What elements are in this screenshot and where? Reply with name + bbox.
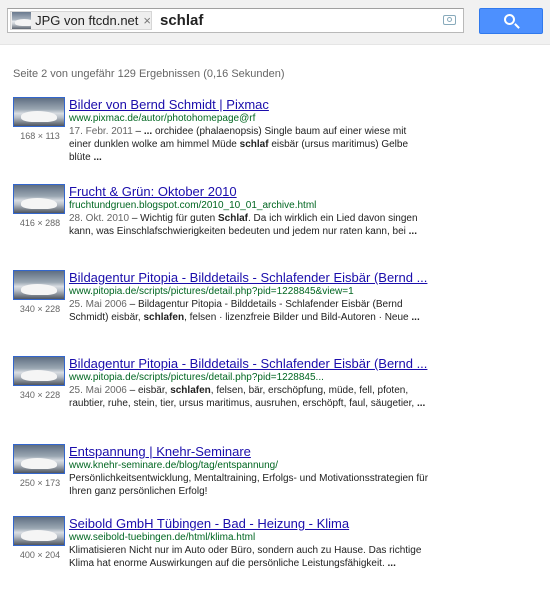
search-button[interactable] bbox=[479, 8, 543, 34]
image-dimensions: 340 × 228 bbox=[19, 304, 61, 314]
result-url: www.pixmac.de/autor/photohomepage@rf bbox=[69, 113, 256, 124]
snippet-highlight: schlafen bbox=[143, 312, 185, 323]
result-snippet: 17. Febr. 2011 – ... orchidee (phalaenop… bbox=[69, 125, 429, 164]
snippet-highlight: ... bbox=[387, 558, 396, 569]
snippet-highlight: schlafen bbox=[170, 385, 211, 396]
image-query-chip[interactable]: JPG von ftcdn.net × bbox=[10, 11, 152, 30]
query-image-thumbnail bbox=[12, 12, 32, 29]
snippet-highlight: Schlaf bbox=[217, 213, 248, 224]
search-icon bbox=[504, 14, 515, 25]
search-header: JPG von ftcdn.net × schlaf bbox=[0, 0, 550, 45]
result-stats: Seite 2 von ungefähr 129 Ergebnissen (0,… bbox=[13, 68, 285, 80]
result-thumbnail[interactable] bbox=[13, 184, 65, 214]
result-date: 25. Mai 2006 bbox=[69, 385, 127, 396]
snippet-text: – eisbär, bbox=[126, 385, 171, 396]
result-title-link[interactable]: Bildagentur Pitopia - Bilddetails - Schl… bbox=[69, 270, 429, 285]
snippet-text: Klimatisieren Nicht nur im Auto oder Bür… bbox=[69, 545, 422, 569]
result-snippet: 28. Okt. 2010 – Wichtig für guten Schlaf… bbox=[69, 212, 429, 238]
result-snippet: 25. Mai 2006 – eisbär, schlafen, felsen,… bbox=[69, 384, 429, 410]
snippet-text: Persönlichkeitsentwicklung, Mentaltraini… bbox=[69, 473, 429, 497]
result-thumbnail-wrap: 416 × 288 bbox=[13, 184, 67, 228]
snippet-highlight: ... bbox=[143, 126, 153, 137]
result-thumbnail-wrap: 400 × 204 bbox=[13, 516, 67, 560]
result-url: fruchtundgruen.blogspot.com/2010_10_01_a… bbox=[69, 200, 317, 211]
image-dimensions: 168 × 113 bbox=[20, 131, 60, 141]
result-url: www.pitopia.de/scripts/pictures/detail.p… bbox=[69, 286, 354, 297]
result-snippet: Persönlichkeitsentwicklung, Mentaltraini… bbox=[69, 472, 429, 498]
result-thumbnail[interactable] bbox=[13, 270, 65, 300]
result-snippet: 25. Mai 2006 – Bildagentur Pitopia - Bil… bbox=[69, 298, 429, 324]
result-url: www.knehr-seminare.de/blog/tag/entspannu… bbox=[69, 460, 279, 471]
snippet-text: – bbox=[132, 126, 144, 137]
snippet-highlight: schlaf bbox=[239, 139, 269, 150]
result-title-link[interactable]: Entspannung | Knehr-Seminare bbox=[69, 444, 429, 459]
snippet-highlight: ... bbox=[408, 226, 417, 237]
snippet-text: , felsen · lizenzfreie Bilder und Bild-A… bbox=[184, 312, 412, 323]
result-thumbnail[interactable] bbox=[13, 356, 65, 386]
result-title-link[interactable]: Bildagentur Pitopia - Bilddetails - Schl… bbox=[69, 356, 429, 371]
snippet-text: – Wichtig für guten bbox=[129, 213, 218, 224]
image-dimensions: 400 × 204 bbox=[19, 550, 61, 560]
result-thumbnail-wrap: 168 × 113 bbox=[13, 97, 67, 141]
chip-label: JPG von ftcdn.net bbox=[35, 13, 139, 28]
result-text: Bilder von Bernd Schmidt | Pixmac www.pix… bbox=[69, 97, 429, 164]
result-date: 28. Okt. 2010 bbox=[69, 213, 130, 224]
result-text: Bildagentur Pitopia - Bilddetails - Schl… bbox=[69, 270, 429, 324]
search-input[interactable]: schlaf bbox=[160, 11, 203, 31]
result-url: www.pitopia.de/scripts/pictures/detail.p… bbox=[69, 372, 324, 383]
result-date: 25. Mai 2006 bbox=[69, 299, 127, 310]
snippet-highlight: ... bbox=[93, 152, 102, 163]
result-text: Seibold GmbH Tübingen - Bad - Heizung - … bbox=[69, 516, 429, 570]
result-text: Entspannung | Knehr-Seminare www.knehr-se… bbox=[69, 444, 429, 498]
image-dimensions: 250 × 173 bbox=[19, 478, 61, 488]
camera-icon[interactable] bbox=[443, 15, 456, 25]
result-thumbnail-wrap: 340 × 228 bbox=[13, 270, 67, 314]
close-icon[interactable]: × bbox=[143, 13, 151, 28]
result-text: Bildagentur Pitopia - Bilddetails - Schl… bbox=[69, 356, 429, 410]
image-dimensions: 340 × 228 bbox=[19, 390, 61, 400]
result-date: 17. Febr. 2011 bbox=[69, 126, 133, 137]
image-dimensions: 416 × 288 bbox=[19, 218, 61, 228]
search-box[interactable]: JPG von ftcdn.net × schlaf bbox=[7, 8, 464, 33]
result-title-link[interactable]: Seibold GmbH Tübingen - Bad - Heizung - … bbox=[69, 516, 429, 531]
result-title-link[interactable]: Frucht & Grün: Oktober 2010 bbox=[69, 184, 429, 199]
result-url: www.seibold-tuebingen.de/html/klima.html bbox=[69, 532, 256, 543]
result-thumbnail[interactable] bbox=[13, 444, 65, 474]
snippet-highlight: ... bbox=[416, 398, 426, 409]
result-thumbnail-wrap: 250 × 173 bbox=[13, 444, 67, 488]
snippet-highlight: ... bbox=[411, 312, 420, 323]
result-thumbnail[interactable] bbox=[13, 516, 65, 546]
result-thumbnail[interactable] bbox=[13, 97, 65, 127]
result-text: Frucht & Grün: Oktober 2010 fruchtundgrue… bbox=[69, 184, 429, 238]
result-thumbnail-wrap: 340 × 228 bbox=[13, 356, 67, 400]
result-title-link[interactable]: Bilder von Bernd Schmidt | Pixmac bbox=[69, 97, 429, 112]
result-snippet: Klimatisieren Nicht nur im Auto oder Bür… bbox=[69, 544, 429, 570]
